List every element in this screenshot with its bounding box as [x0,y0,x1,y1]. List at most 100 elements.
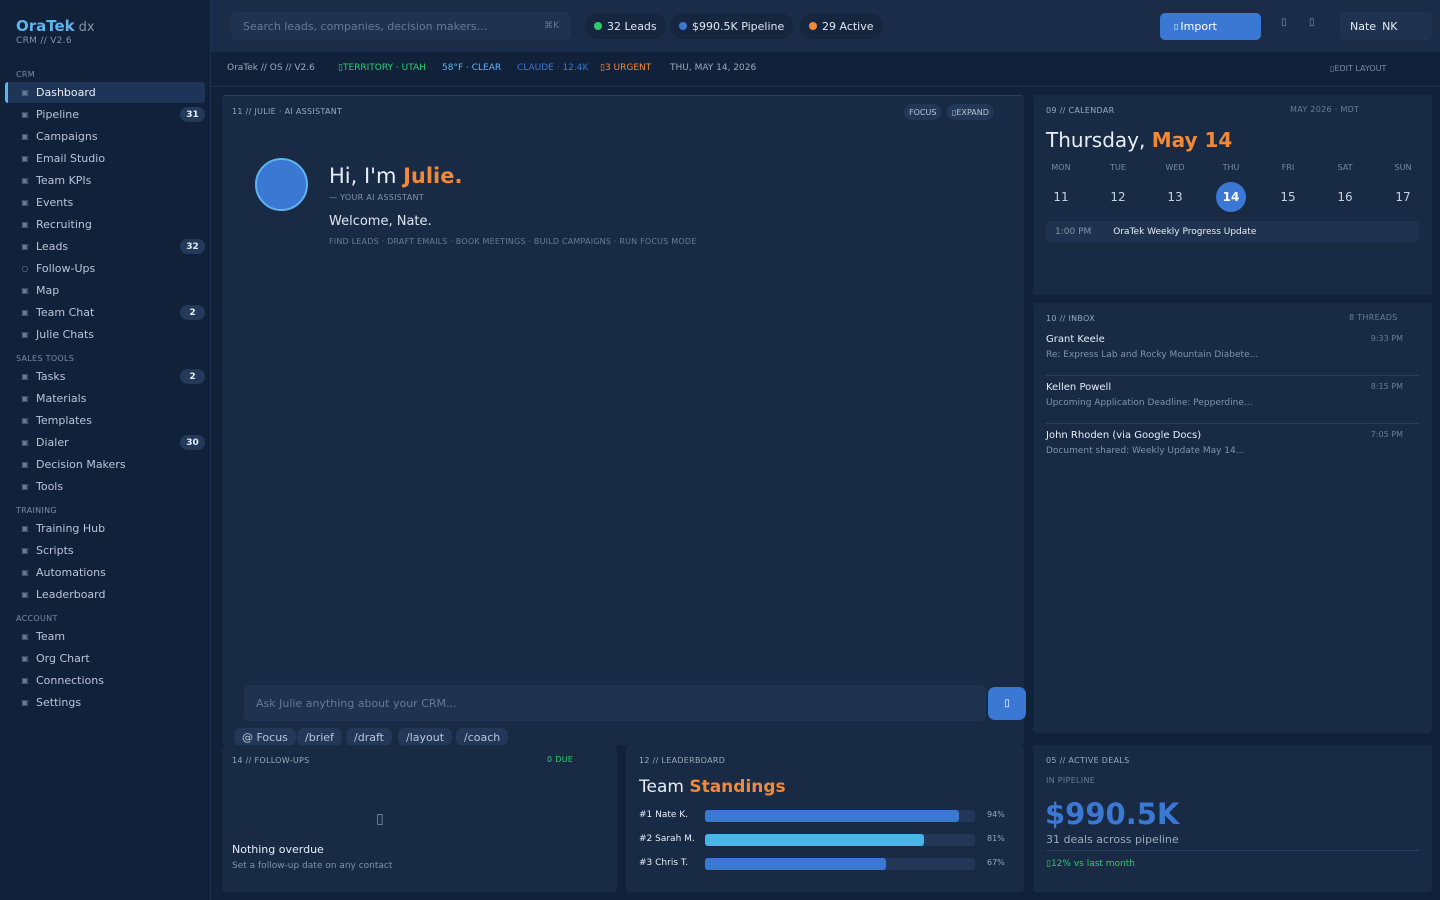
pipeline-value: $990.5K [1045,797,1180,831]
kpi-icon: ▣ [21,176,29,185]
sidebar-item-leads[interactable]: ▣ Leads 32 [5,236,205,257]
command-chip-coach[interactable]: /coach [456,728,509,746]
sidebar-item-decision-makers[interactable]: ▣ Decision Makers [5,454,205,475]
count-badge: 2 [180,305,205,320]
sidebar-item-label: Materials [36,392,87,405]
pipeline-icon: ▣ [21,110,29,119]
help-icon[interactable]: ▯ [1309,17,1315,28]
count-badge: 32 [180,239,205,254]
calendar-month: MAY 2026 · MDT [1290,105,1360,114]
status-dot-icon [679,22,687,30]
sidebar-item-label: Settings [36,696,82,709]
command-chip-brief[interactable]: /brief [297,728,342,746]
count-badge: 2 [180,369,205,384]
import-label: Import [1180,20,1217,33]
input-placeholder: Ask Julie anything about your CRM... [256,696,457,710]
sidebar-item-label: Team [36,630,66,643]
sidebar-item-team-chat[interactable]: ▣ Team Chat 2 [5,302,205,323]
sidebar-item-dialer[interactable]: ▣ Dialer 30 [5,432,205,453]
leaderboard-percent: 81% [987,834,1005,843]
assistant-name: Julie. [403,164,463,188]
edit-layout-button[interactable]: ▯EDIT LAYOUT [1330,64,1386,73]
calendar-day[interactable]: 17 [1388,182,1418,212]
inbox-thread[interactable]: John Rhoden (via Google Docs) 7:05 PM Do… [1046,424,1419,472]
sidebar-item-label: Training Hub [36,522,106,535]
leaderboard-bar-track [705,810,975,822]
empty-state-icon: ▯ [376,811,384,827]
command-chip-draft[interactable]: /draft [346,728,392,746]
sidebar-item-email-studio[interactable]: ▣ Email Studio [5,148,205,169]
leaderboard-title: Team Standings [639,777,786,797]
sidebar-item-pipeline[interactable]: ▣ Pipeline 31 [5,104,205,125]
sidebar-item-tasks[interactable]: ▣ Tasks 2 [5,366,205,387]
sidebar-item-julie-chats[interactable]: ▣ Julie Chats [5,324,205,345]
sidebar-item-campaigns[interactable]: ▣ Campaigns [5,126,205,147]
command-chip-layout[interactable]: /layout [398,728,453,746]
leaderboard-bar [705,834,924,846]
sidebar-item-connections[interactable]: ▣ Connections [5,670,205,691]
tools-icon: ▣ [21,482,29,491]
status-dot-icon [809,22,817,30]
sidebar-item-automations[interactable]: ▣ Automations [5,562,205,583]
urgent-label: 3 URGENT [604,63,652,73]
assistant-capabilities: FIND LEADS · DRAFT EMAILS · BOOK MEETING… [329,237,697,246]
user-menu[interactable]: Nate NK [1340,12,1432,40]
weekday: Thursday, [1046,128,1146,152]
weekday-label: SAT [1337,163,1353,172]
sidebar-item-events[interactable]: ▣ Events [5,192,205,213]
leaderboard-bar-track [705,834,975,846]
inbox-thread[interactable]: Grant Keele 9:33 PM Re: Express Lab and … [1046,328,1419,376]
tasks-icon: ▣ [21,372,29,381]
command-chip-focus[interactable]: @ Focus [234,728,296,746]
calendar-day[interactable]: 16 [1330,182,1360,212]
sidebar-item-team-kpis[interactable]: ▣ Team KPIs [5,170,205,191]
leaderboard-percent: 94% [987,810,1005,819]
sidebar-item-training-hub[interactable]: ▣ Training Hub [5,518,205,539]
sidebar-item-label: Org Chart [36,652,90,665]
sidebar-item-label: Dashboard [36,86,96,99]
sidebar-item-materials[interactable]: ▣ Materials [5,388,205,409]
calendar-day[interactable]: 11 [1046,182,1076,212]
calendar-day[interactable]: 15 [1273,182,1303,212]
sidebar-item-templates[interactable]: ▣ Templates [5,410,205,431]
keyboard-shortcut-hint: ⌘K [544,21,559,31]
active-stat-pill[interactable]: 29 Active [800,13,883,39]
sidebar-item-leaderboard[interactable]: ▣ Leaderboard [5,584,205,605]
focus-button[interactable]: FOCUS [904,104,942,120]
section-label-sales-tools: SALES TOOLS [16,354,75,363]
sidebar-item-scripts[interactable]: ▣ Scripts [5,540,205,561]
bell-icon[interactable]: ▯ [1281,17,1287,28]
pill-label: 29 Active [822,19,874,33]
sidebar-item-settings[interactable]: ▣ Settings [5,692,205,713]
sidebar-item-map[interactable]: ▣ Map [5,280,205,301]
sidebar-item-dashboard[interactable]: ▣ Dashboard [5,82,205,103]
sidebar-item-tools[interactable]: ▣ Tools [5,476,205,497]
sidebar-item-label: Scripts [36,544,74,557]
leads-stat-pill[interactable]: 32 Leads [585,13,666,39]
sidebar-item-label: Dialer [36,436,69,449]
leaderboard-bar-track [705,858,975,870]
inbox-thread[interactable]: Kellen Powell 8:15 PM Upcoming Applicati… [1046,376,1419,424]
sidebar-item-team[interactable]: ▣ Team [5,626,205,647]
calendar-day[interactable]: 12 [1103,182,1133,212]
sidebar-item-follow-ups[interactable]: ○ Follow-Ups [5,258,205,279]
empty-state-title: Nothing overdue [232,843,324,856]
calendar-event[interactable]: 1:00 PM OraTek Weekly Progress Update [1046,221,1419,242]
assistant-chat-input[interactable]: Ask Julie anything about your CRM... [244,685,986,721]
follow-ups-panel: 14 // FOLLOW-UPS 0 DUE ▯ Nothing overdue… [222,745,617,892]
calendar-day[interactable]: 13 [1160,182,1190,212]
sidebar-item-org-chart[interactable]: ▣ Org Chart [5,648,205,669]
pipeline-stat-pill[interactable]: $990.5K Pipeline [670,13,794,39]
assistant-subtitle: — YOUR AI ASSISTANT [329,193,424,202]
urgent-status[interactable]: ▯3 URGENT [600,63,651,73]
brand-name: OraTek [16,17,75,35]
calendar-day-today[interactable]: 14 [1216,182,1246,212]
brand-version: CRM // V2.6 [16,36,72,46]
import-button[interactable]: ▯ Import [1160,13,1261,40]
expand-button[interactable]: ▯ EXPAND [947,104,994,120]
sidebar-item-recruiting[interactable]: ▣ Recruiting [5,214,205,235]
brand-logo[interactable]: OraTek dx [16,16,95,35]
send-button[interactable]: ▯ [988,687,1026,720]
sidebar-item-label: Pipeline [36,108,80,121]
search-input[interactable]: Search leads, companies, decision makers… [231,12,571,40]
